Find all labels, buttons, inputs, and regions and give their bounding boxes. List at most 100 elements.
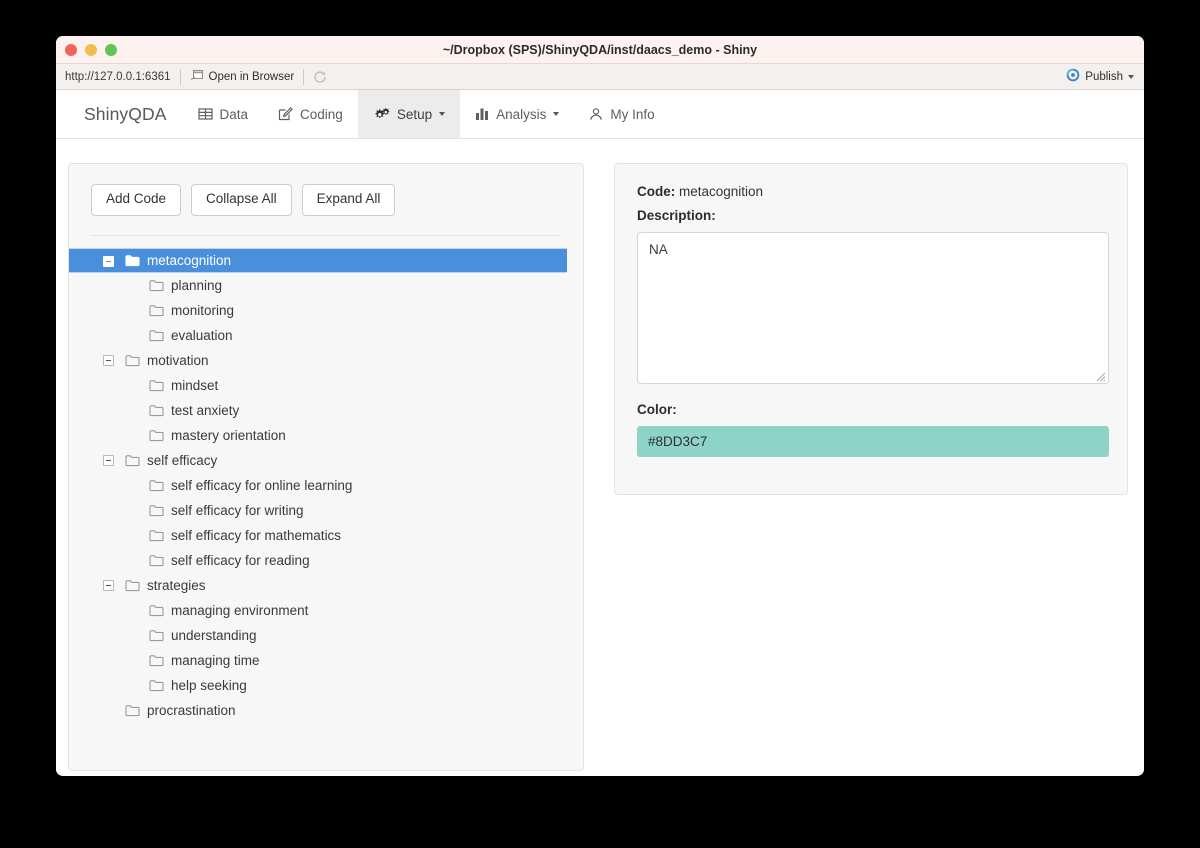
description-label: Description: [637, 208, 716, 223]
tree-node-label: mastery orientation [171, 427, 286, 443]
tree-node[interactable]: self efficacy for mathematics [69, 523, 583, 548]
code-details-panel: Code: metacognition Description: NA Colo… [614, 163, 1128, 495]
folder-icon [149, 529, 164, 542]
folder-icon [125, 454, 140, 467]
tree-toolbar: Add Code Collapse All Expand All [69, 164, 583, 216]
folder-icon [125, 579, 140, 592]
tree-node-label: self efficacy for online learning [171, 477, 353, 493]
folder-icon [125, 254, 140, 267]
code-tree-panel: Add Code Collapse All Expand All metacog… [68, 163, 584, 771]
refresh-icon[interactable] [304, 70, 336, 84]
color-label: Color: [637, 402, 677, 417]
bar-chart-icon [475, 107, 489, 121]
add-code-button[interactable]: Add Code [91, 184, 182, 216]
tree-node[interactable]: planning [69, 273, 583, 298]
nav-item-analysis-label: Analysis [496, 106, 547, 122]
description-textarea[interactable]: NA [637, 232, 1109, 384]
tree-node[interactable]: understanding [69, 623, 583, 648]
minimize-window-button[interactable] [85, 43, 97, 56]
folder-icon [149, 329, 164, 342]
browser-toolbar: http://127.0.0.1:6361 Open in Browser Pu… [56, 64, 1144, 90]
tree-node-label: managing time [171, 652, 260, 668]
tree-node[interactable]: self efficacy for writing [69, 498, 583, 523]
nav-item-data-label: Data [219, 106, 249, 122]
tree-node[interactable]: mastery orientation [69, 423, 583, 448]
nav-item-my-info-label: My Info [610, 106, 655, 122]
publish-button[interactable]: Publish [1062, 64, 1138, 89]
color-value: #8DD3C7 [648, 434, 708, 449]
code-value: metacognition [679, 184, 764, 199]
tree-node-label: mindset [171, 377, 219, 393]
open-in-browser-button[interactable]: Open in Browser [181, 64, 304, 89]
folder-icon [149, 654, 164, 667]
page-content: Add Code Collapse All Expand All metacog… [56, 139, 1144, 775]
collapse-all-button[interactable]: Collapse All [191, 184, 292, 216]
chevron-down-icon [553, 112, 560, 116]
nav-item-setup[interactable]: Setup [357, 90, 461, 138]
edit-pencil-icon [278, 107, 293, 121]
tree-node[interactable]: metacognition [69, 247, 567, 273]
code-label: Code: [637, 184, 676, 199]
collapse-toggle-icon[interactable] [103, 255, 114, 267]
external-window-icon [190, 69, 204, 84]
folder-icon [149, 679, 164, 692]
folder-icon [149, 504, 164, 517]
publish-icon [1066, 68, 1080, 85]
user-icon [589, 107, 603, 121]
tree-node-label: help seeking [171, 677, 247, 693]
tree-node[interactable]: mindset [69, 373, 583, 398]
folder-icon [125, 704, 140, 717]
code-tree: metacognition planning monitoring evaluatio… [69, 236, 583, 723]
tree-node[interactable]: evaluation [69, 323, 583, 348]
nav-item-data[interactable]: Data [183, 90, 264, 138]
folder-icon [149, 429, 164, 442]
collapse-toggle-icon[interactable] [103, 579, 114, 591]
tree-node-label: procrastination [147, 702, 236, 718]
table-icon [197, 107, 213, 121]
app-brand[interactable]: ShinyQDA [68, 90, 183, 138]
tree-node-label: self efficacy for reading [171, 552, 310, 568]
tree-node-label: planning [171, 277, 223, 293]
collapse-toggle-icon[interactable] [103, 354, 114, 366]
window-title: ~/Dropbox (SPS)/ShinyQDA/inst/daacs_demo… [442, 43, 758, 57]
nav-item-analysis[interactable]: Analysis [460, 90, 574, 138]
tree-node[interactable]: self efficacy for reading [69, 548, 583, 573]
tree-node-label: metacognition [147, 252, 232, 268]
tree-node-label: motivation [147, 352, 209, 368]
folder-icon [149, 304, 164, 317]
tree-node[interactable]: self efficacy for online learning [69, 473, 583, 498]
resize-grip-icon[interactable] [1095, 370, 1106, 382]
cogs-icon [373, 107, 390, 122]
close-window-button[interactable] [65, 43, 77, 56]
tree-node-label: self efficacy for writing [171, 502, 304, 518]
tree-node[interactable]: motivation [69, 348, 583, 373]
folder-icon [149, 279, 164, 292]
chevron-down-icon [1128, 74, 1134, 79]
tree-node[interactable]: monitoring [69, 298, 583, 323]
tree-node[interactable]: test anxiety [69, 398, 583, 423]
color-input[interactable]: #8DD3C7 [637, 426, 1109, 457]
folder-icon [149, 404, 164, 417]
collapse-toggle-icon[interactable] [103, 454, 114, 466]
folder-icon [149, 479, 164, 492]
tree-node-label: understanding [171, 627, 257, 643]
publish-label: Publish [1085, 70, 1123, 83]
maximize-window-button[interactable] [105, 43, 117, 56]
nav-item-my-info[interactable]: My Info [574, 90, 669, 138]
expand-all-button[interactable]: Expand All [301, 184, 396, 216]
folder-icon [149, 604, 164, 617]
tree-node[interactable]: strategies [69, 573, 583, 598]
tree-node[interactable]: managing time [69, 648, 583, 673]
folder-icon [149, 629, 164, 642]
tree-node-label: managing environment [171, 602, 309, 618]
tree-node-label: strategies [147, 577, 206, 593]
tree-node-label: self efficacy [147, 452, 218, 468]
traffic-lights [56, 43, 117, 56]
url-text: http://127.0.0.1:6361 [65, 70, 171, 83]
nav-item-coding-label: Coding [300, 106, 343, 122]
tree-node[interactable]: procrastination [69, 698, 583, 723]
tree-node[interactable]: managing environment [69, 598, 583, 623]
nav-item-coding[interactable]: Coding [263, 90, 358, 138]
tree-node[interactable]: help seeking [69, 673, 583, 698]
tree-node[interactable]: self efficacy [69, 448, 583, 473]
